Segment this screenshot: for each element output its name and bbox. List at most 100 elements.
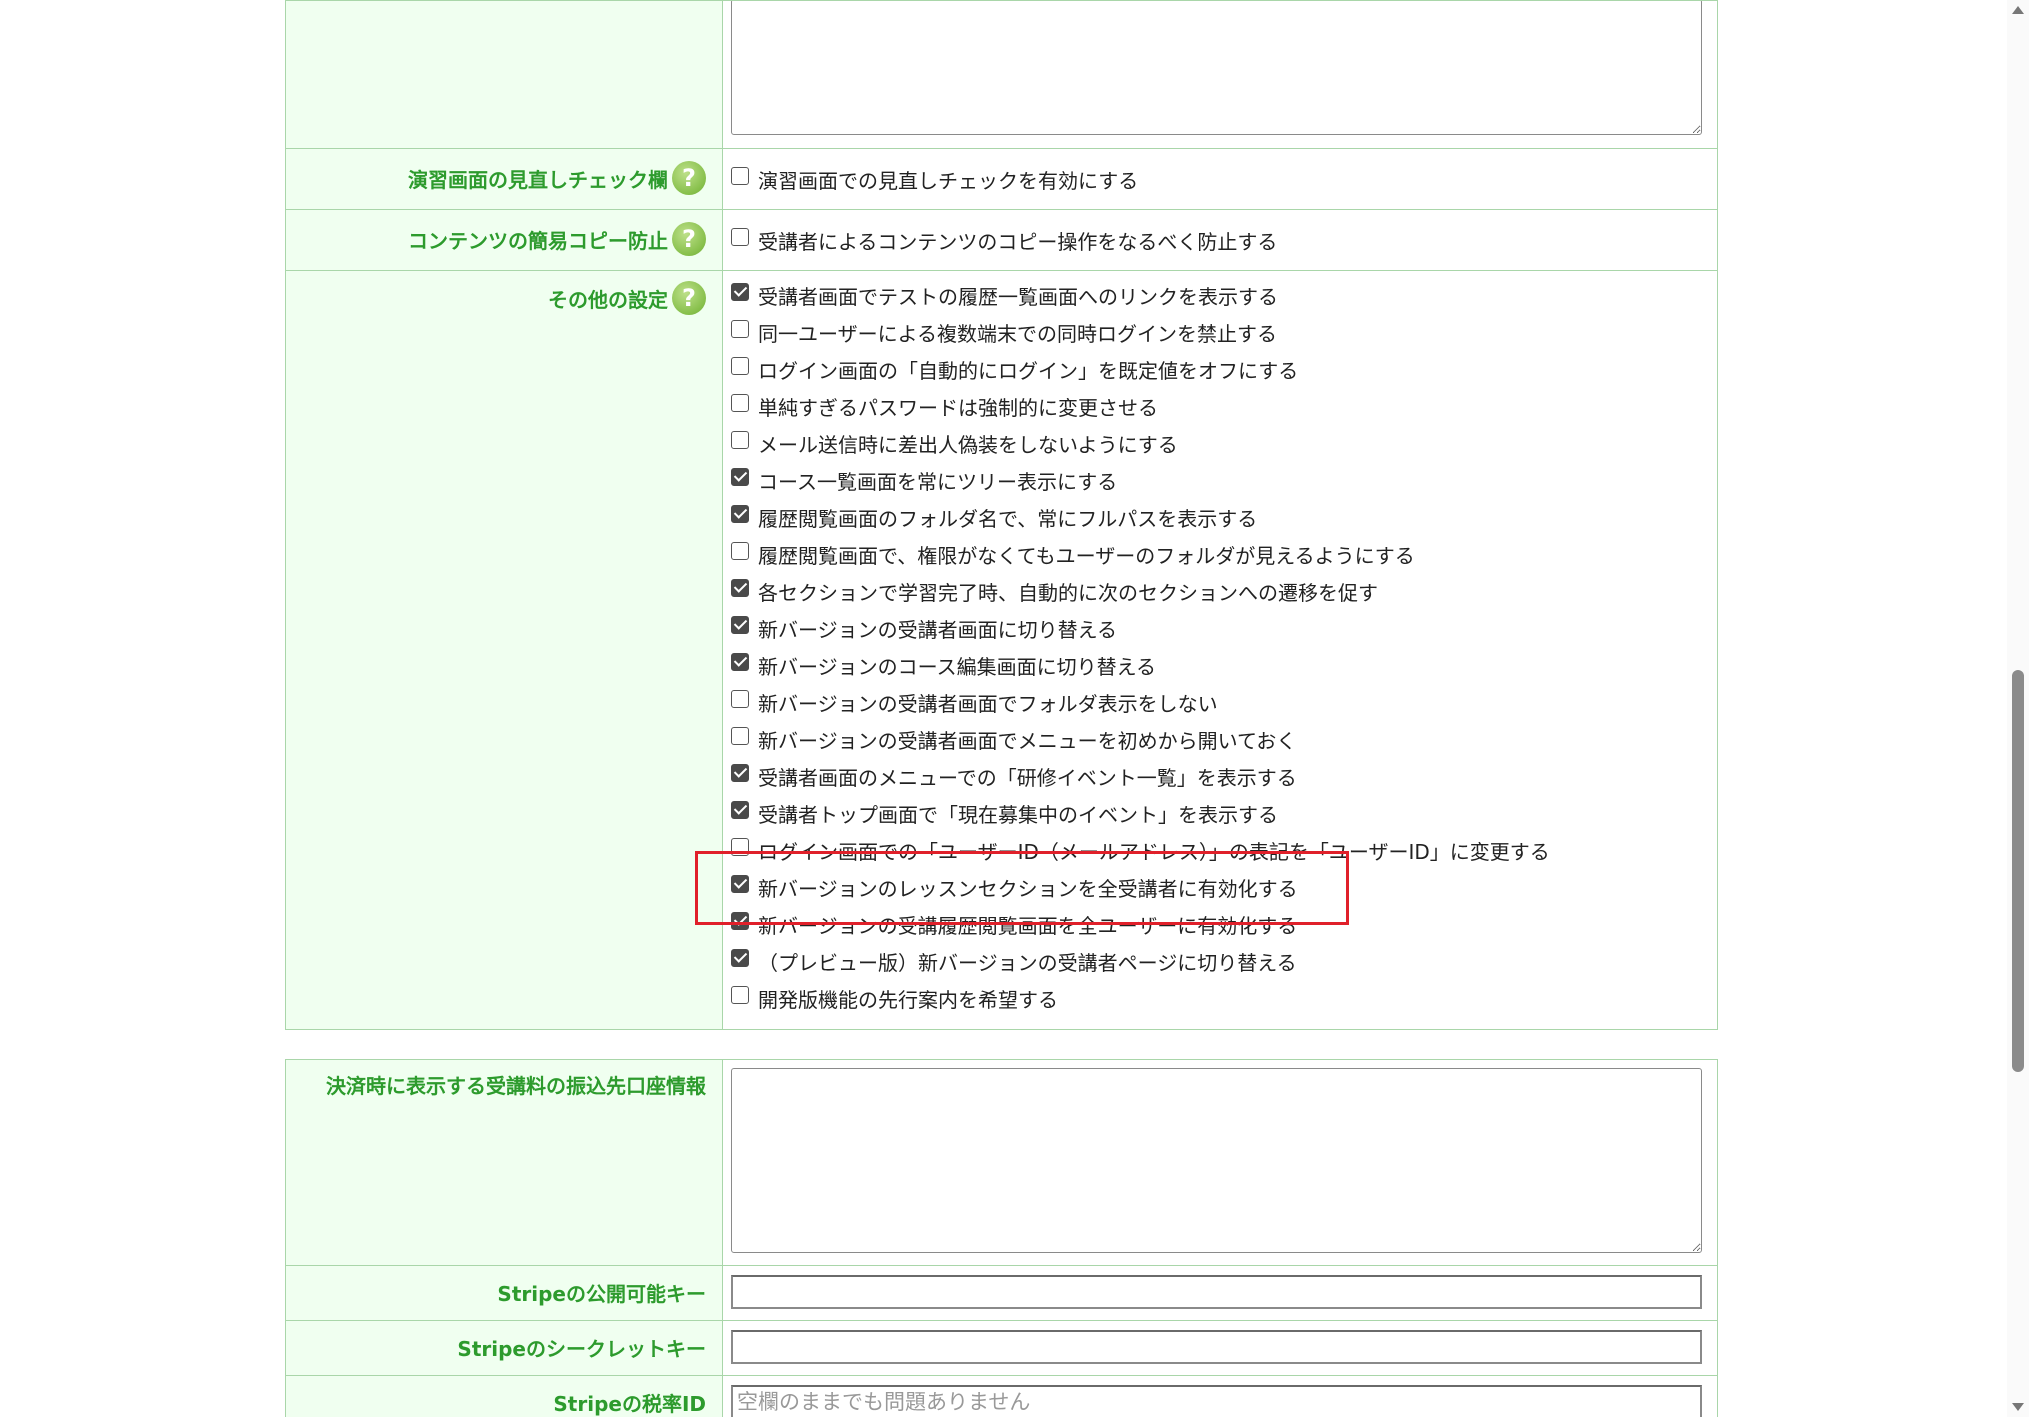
checkbox[interactable] (731, 356, 749, 375)
prev-textarea[interactable] (731, 0, 1702, 135)
checkbox[interactable] (731, 467, 749, 486)
scrollbar-thumb[interactable] (2012, 670, 2024, 1072)
checkbox[interactable] (731, 615, 749, 634)
option-row[interactable]: 新バージョンの受講者画面でメニューを初めから開いておく (731, 721, 1717, 758)
settings-table: 演習画面の見直しチェック欄 ? 演習画面での見直しチェックを有効にする コンテン… (285, 0, 1718, 1030)
checkbox[interactable] (731, 726, 749, 745)
checkbox[interactable] (731, 541, 749, 560)
checkbox[interactable] (731, 837, 749, 856)
settings-page: 演習画面の見直しチェック欄 ? 演習画面での見直しチェックを有効にする コンテン… (0, 0, 2029, 1417)
option-row[interactable]: 新バージョンの受講者画面に切り替える (731, 610, 1717, 647)
option-label: 受講者画面のメニューでの「研修イベント一覧」を表示する (758, 766, 1297, 790)
checkbox[interactable] (731, 911, 749, 930)
checkbox[interactable] (731, 282, 749, 301)
option-row[interactable]: 履歴閲覧画面で、権限がなくてもユーザーのフォルダが見えるようにする (731, 536, 1717, 573)
option-row[interactable]: 同一ユーザーによる複数端末での同時ログインを禁止する (731, 314, 1717, 351)
option-row[interactable]: 履歴閲覧画面のフォルダ名で、常にフルパスを表示する (731, 499, 1717, 536)
payment-table: 決済時に表示する受講料の振込先口座情報 Stripeの公開可能キー Stripe… (285, 1059, 1718, 1417)
option-label: 演習画面での見直しチェックを有効にする (758, 169, 1139, 193)
option-label: 新バージョンの受講者画面でメニューを初めから開いておく (758, 729, 1297, 753)
checkbox[interactable] (731, 763, 749, 782)
option-row[interactable]: 新バージョンの受講履歴閲覧画面を全ユーザーに有効化する (731, 906, 1717, 943)
stripe-public-key-label-cell: Stripeの公開可能キー (285, 1265, 723, 1321)
option-row[interactable]: 新バージョンのレッスンセクションを全受講者に有効化する (731, 869, 1717, 906)
checkbox[interactable] (731, 985, 749, 1004)
review-check-value-cell: 演習画面での見直しチェックを有効にする (722, 148, 1718, 210)
stripe-tax-rate-input[interactable] (731, 1385, 1702, 1417)
checkbox[interactable] (731, 652, 749, 671)
option-label: 受講者画面でテストの履歴一覧画面へのリンクを表示する (758, 285, 1278, 309)
option-row[interactable]: 各セクションで学習完了時、自動的に次のセクションへの遷移を促す (731, 573, 1717, 610)
review-check-label: 演習画面の見直しチェック欄 (408, 167, 668, 192)
option-label: 新バージョンのコース編集画面に切り替える (758, 655, 1156, 679)
scroll-down-arrow-icon[interactable] (2012, 1403, 2024, 1411)
option-label: 履歴閲覧画面のフォルダ名で、常にフルパスを表示する (758, 507, 1258, 531)
checkbox[interactable] (731, 227, 749, 246)
checkbox[interactable] (731, 430, 749, 449)
bank-info-textarea[interactable] (731, 1068, 1702, 1253)
option-label: （プレビュー版）新バージョンの受講者ページに切り替える (758, 951, 1297, 975)
prev-row-label-cell (285, 0, 723, 149)
option-label: コース一覧画面を常にツリー表示にする (758, 470, 1118, 494)
checkbox[interactable] (731, 948, 749, 967)
option-row[interactable]: 新バージョンの受講者画面でフォルダ表示をしない (731, 684, 1717, 721)
option-row[interactable]: 新バージョンのコース編集画面に切り替える (731, 647, 1717, 684)
other-settings-label-cell: その他の設定 ? (285, 270, 723, 1030)
option-label: 単純すぎるパスワードは強制的に変更させる (758, 396, 1158, 420)
question-circle-icon[interactable]: ? (672, 222, 706, 256)
bank-info-label-cell: 決済時に表示する受講料の振込先口座情報 (285, 1059, 723, 1266)
option-row[interactable]: 開発版機能の先行案内を希望する (731, 980, 1717, 1017)
stripe-public-key-label: Stripeの公開可能キー (497, 1282, 706, 1306)
stripe-secret-key-label-cell: Stripeのシークレットキー (285, 1320, 723, 1376)
stripe-secret-key-value-cell (722, 1320, 1718, 1376)
option-label: 受講者によるコンテンツのコピー操作をなるべく防止する (758, 230, 1278, 254)
option-row[interactable]: 受講者画面でテストの履歴一覧画面へのリンクを表示する (731, 277, 1717, 314)
other-settings-options: 受講者画面でテストの履歴一覧画面へのリンクを表示する 同一ユーザーによる複数端末で… (731, 277, 1717, 1017)
option-label: 新バージョンのレッスンセクションを全受講者に有効化する (758, 877, 1298, 901)
option-label: 新バージョンの受講履歴閲覧画面を全ユーザーに有効化する (758, 914, 1298, 938)
stripe-public-key-input[interactable] (731, 1275, 1702, 1309)
option-label: 受講者トップ画面で「現在募集中のイベント」を表示する (758, 803, 1278, 827)
option-row[interactable]: 受講者によるコンテンツのコピー操作をなるべく防止する (731, 222, 1717, 259)
question-circle-icon[interactable]: ? (672, 161, 706, 195)
stripe-public-key-value-cell (722, 1265, 1718, 1321)
option-label: 新バージョンの受講者画面に切り替える (758, 618, 1117, 642)
option-row[interactable]: 演習画面での見直しチェックを有効にする (731, 161, 1717, 198)
option-label: 開発版機能の先行案内を希望する (758, 988, 1058, 1012)
option-row[interactable]: （プレビュー版）新バージョンの受講者ページに切り替える (731, 943, 1717, 980)
prev-row-value-cell (722, 0, 1718, 149)
checkbox[interactable] (731, 578, 749, 597)
option-label: 同一ユーザーによる複数端末での同時ログインを禁止する (758, 322, 1277, 346)
option-row[interactable]: 受講者画面のメニューでの「研修イベント一覧」を表示する (731, 758, 1717, 795)
option-label: 各セクションで学習完了時、自動的に次のセクションへの遷移を促す (758, 581, 1378, 605)
option-row[interactable]: ログイン画面の「自動的にログイン」を既定値をオフにする (731, 351, 1717, 388)
question-circle-icon[interactable]: ? (672, 281, 706, 315)
other-settings-value-cell: 受講者画面でテストの履歴一覧画面へのリンクを表示する 同一ユーザーによる複数端末で… (722, 270, 1718, 1030)
option-row[interactable]: 単純すぎるパスワードは強制的に変更させる (731, 388, 1717, 425)
bank-info-value-cell (722, 1059, 1718, 1266)
scroll-up-arrow-icon[interactable] (2012, 6, 2024, 14)
stripe-secret-key-input[interactable] (731, 1330, 1702, 1364)
stripe-tax-rate-label-cell: Stripeの税率ID (285, 1375, 723, 1417)
option-label: ログイン画面の「自動的にログイン」を既定値をオフにする (758, 359, 1299, 383)
stripe-tax-rate-value-cell (722, 1375, 1718, 1417)
checkbox[interactable] (731, 874, 749, 893)
other-settings-label: その他の設定 (548, 287, 668, 312)
checkbox[interactable] (731, 504, 749, 523)
stripe-tax-rate-label: Stripeの税率ID (553, 1392, 706, 1416)
copy-protect-label: コンテンツの簡易コピー防止 (408, 228, 668, 253)
checkbox[interactable] (731, 319, 749, 338)
option-label: 新バージョンの受講者画面でフォルダ表示をしない (758, 692, 1218, 716)
copy-protect-value-cell: 受講者によるコンテンツのコピー操作をなるべく防止する (722, 209, 1718, 271)
option-row[interactable]: メール送信時に差出人偽装をしないようにする (731, 425, 1717, 462)
checkbox[interactable] (731, 166, 749, 185)
option-label: ログイン画面での「ユーザーID（メールアドレス）」の表記を「ユーザーID」に変更… (758, 840, 1550, 864)
bank-info-label: 決済時に表示する受講料の振込先口座情報 (326, 1074, 706, 1098)
option-row[interactable]: 受講者トップ画面で「現在募集中のイベント」を表示する (731, 795, 1717, 832)
option-row[interactable]: ログイン画面での「ユーザーID（メールアドレス）」の表記を「ユーザーID」に変更… (731, 832, 1717, 869)
checkbox[interactable] (731, 800, 749, 819)
vertical-scrollbar[interactable] (2007, 0, 2029, 1417)
checkbox[interactable] (731, 689, 749, 708)
option-row[interactable]: コース一覧画面を常にツリー表示にする (731, 462, 1717, 499)
checkbox[interactable] (731, 393, 749, 412)
